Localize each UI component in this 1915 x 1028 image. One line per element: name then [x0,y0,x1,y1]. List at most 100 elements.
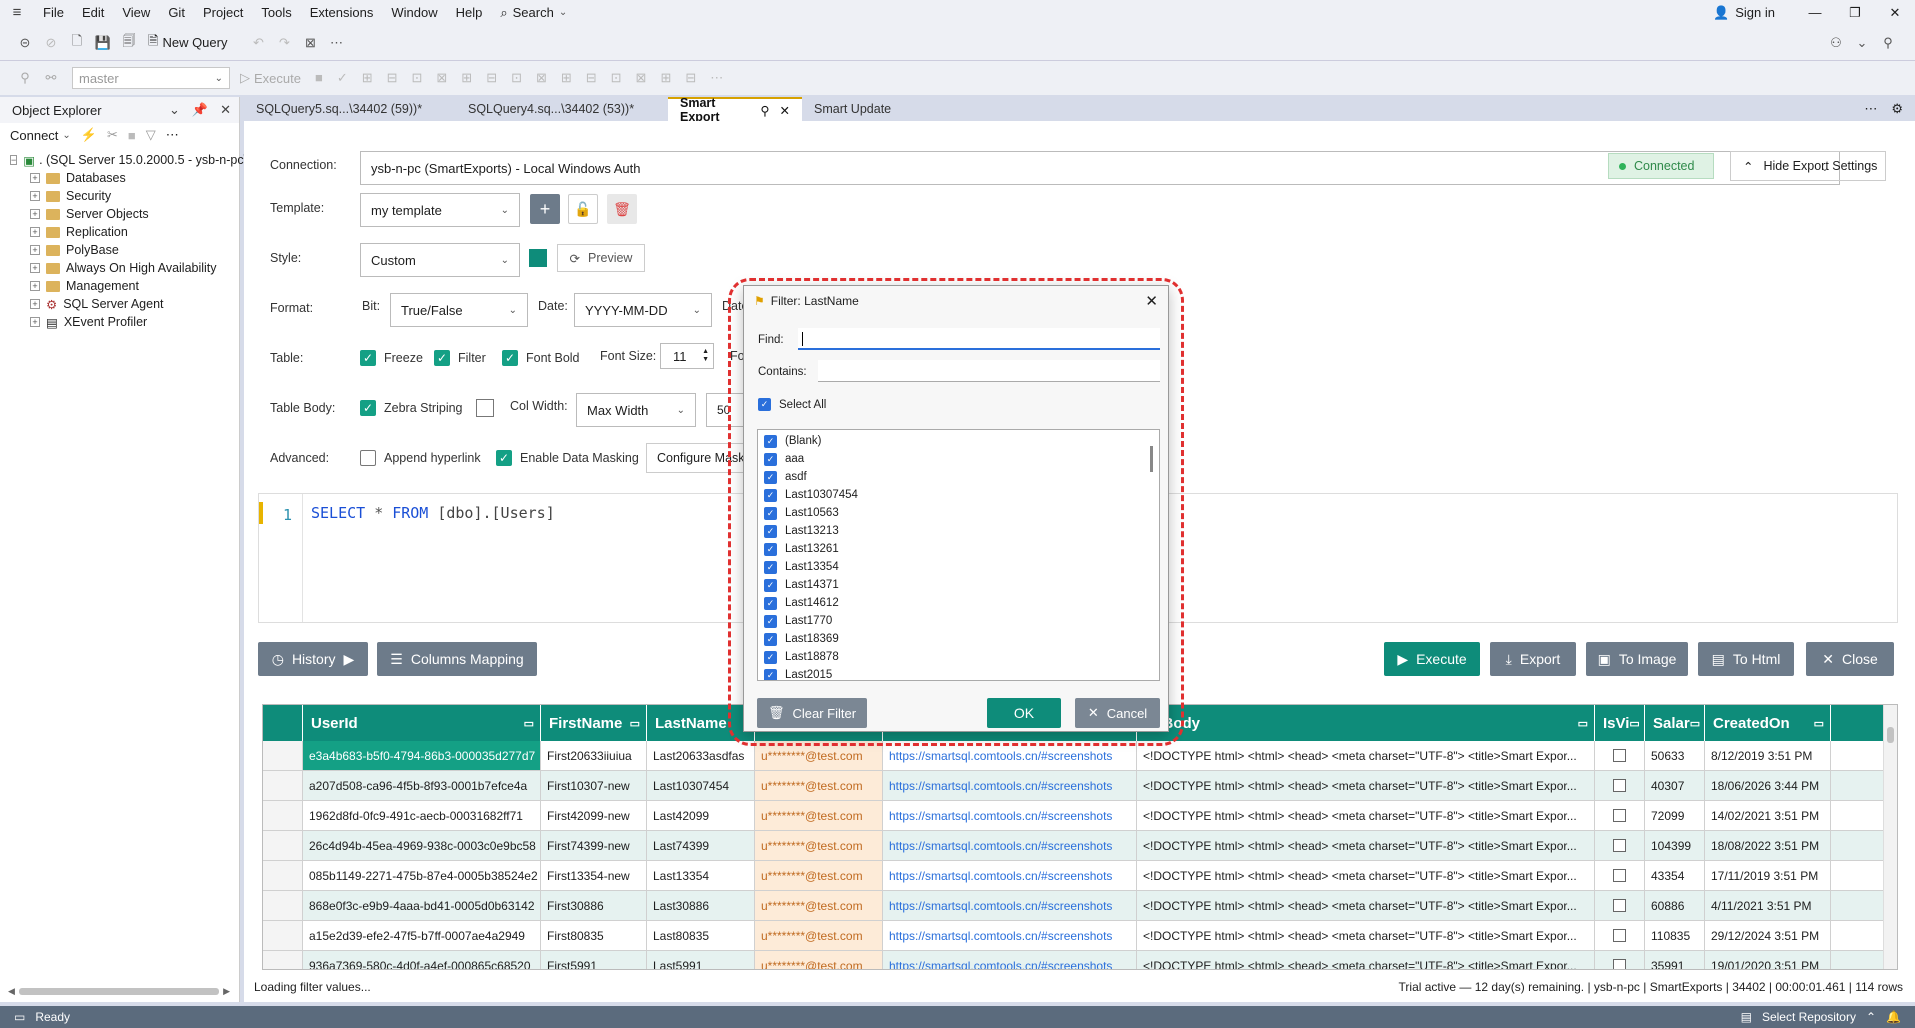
menu-edit[interactable]: Edit [73,0,113,25]
table-cell[interactable]: 085b1149-2271-475b-87e4-0005b38524e2 [303,861,541,890]
table-cell[interactable]: First42099-new [541,801,647,830]
ok-button[interactable]: OK [987,698,1061,728]
settings-icon[interactable]: ⚙ [1891,101,1903,117]
table-cell[interactable]: <!DOCTYPE html> <html> <head> <meta char… [1137,831,1595,860]
zebra-color-swatch[interactable] [476,399,494,417]
find-input[interactable] [798,328,1160,350]
pin-icon[interactable]: ⚲ [760,103,769,118]
table-cell[interactable]: 18/06/2026 3:44 PM [1705,771,1831,800]
column-header[interactable]: LastName [647,705,755,741]
table-cell[interactable]: First74399-new [541,831,647,860]
table-cell[interactable]: <!DOCTYPE html> <html> <head> <meta char… [1137,891,1595,920]
bit-format-select[interactable]: True/False ⌄ [390,293,528,327]
select-repository[interactable]: Select Repository [1762,1010,1856,1024]
scrollbar-thumb[interactable] [1887,727,1894,743]
to-image-button[interactable]: ▣ To Image [1586,642,1688,676]
menu-help[interactable]: Help [447,0,492,25]
checkbox-box[interactable] [1613,959,1626,969]
menu-git[interactable]: Git [159,0,194,25]
table-cell[interactable]: Last10307454 [647,771,755,800]
disconnect-icon[interactable]: ✂ [107,127,118,143]
table-cell[interactable]: https://smartsql.comtools.cn/#screenshot… [883,741,1137,770]
table-cell[interactable]: u********@test.com [755,861,883,890]
table-row[interactable]: e3a4b683-b5f0-4794-86b3-000035d277d7 Firs… [263,741,1897,771]
expand-icon[interactable]: + [30,227,40,237]
filter-icon[interactable]: ▭ [524,717,534,730]
isvip-checkbox[interactable] [1595,741,1645,770]
compare-icon[interactable]: ⊠ [299,32,321,54]
table-cell[interactable]: https://smartsql.comtools.cn/#screenshot… [883,831,1137,860]
stop-icon[interactable]: ■ [128,128,136,143]
style-color-swatch[interactable] [529,249,547,267]
minimize-icon[interactable]: — [1795,5,1835,20]
table-cell[interactable]: Last30886 [647,891,755,920]
plug-icon[interactable]: ⚡ [81,127,97,143]
filter-value-item[interactable]: ✓ Last1770 [758,612,1159,630]
table-cell[interactable]: 110835 [1645,921,1705,950]
table-cell[interactable]: 4/11/2021 3:51 PM [1705,891,1831,920]
filter-value-item[interactable]: ✓ asdf [758,468,1159,486]
style-select[interactable]: Custom ⌄ [360,243,520,277]
new-file-icon[interactable]: 🗋 [66,32,88,54]
checkbox-box[interactable] [1613,779,1626,792]
font-size-stepper[interactable]: 11 ▲ ▼ [660,343,714,369]
table-row[interactable]: 085b1149-2271-475b-87e4-0005b38524e2 Firs… [263,861,1897,891]
table-cell[interactable]: 18/08/2022 3:51 PM [1705,831,1831,860]
tree-item-polybase[interactable]: + PolyBase [30,241,239,259]
isvip-checkbox[interactable] [1595,951,1645,969]
table-cell[interactable]: u********@test.com [755,921,883,950]
column-header[interactable]: mlBody ▭ [1137,705,1595,741]
tab-overflow-icon[interactable]: ⋯ [1864,101,1877,117]
close-window-icon[interactable]: ✕ [1875,5,1915,21]
table-cell[interactable]: https://smartsql.comtools.cn/#screenshot… [883,861,1137,890]
expand-icon[interactable]: + [30,173,40,183]
tree-item-management[interactable]: + Management [30,277,239,295]
tree-item-security[interactable]: + Security [30,187,239,205]
table-cell[interactable]: Last80835 [647,921,755,950]
table-cell[interactable]: a15e2d39-efe2-47f5-b7ff-0007ae4a2949 [303,921,541,950]
table-row[interactable]: 26c4d94b-45ea-4969-938c-0003c0e9bc58 Firs… [263,831,1897,861]
table-cell[interactable]: u********@test.com [755,891,883,920]
expand-icon[interactable]: + [30,317,40,327]
table-cell[interactable]: 26c4d94b-45ea-4969-938c-0003c0e9bc58 [303,831,541,860]
tab-sqlquery5[interactable]: SQLQuery5.sq...\34402 (59))* [244,97,456,121]
connect-icon[interactable]: ⚲ [14,67,36,89]
table-cell[interactable]: 8/12/2019 3:51 PM [1705,741,1831,770]
table-row[interactable]: a15e2d39-efe2-47f5-b7ff-0007ae4a2949 Firs… [263,921,1897,951]
tree-item-server-objects[interactable]: + Server Objects [30,205,239,223]
pin-icon[interactable]: 📌 [192,102,208,118]
menu-extensions[interactable]: Extensions [301,0,383,25]
sign-in-button[interactable]: 👤 Sign in [1713,5,1795,21]
tree-item-xevent-profiler[interactable]: + ▤ XEvent Profiler [30,313,239,331]
table-cell[interactable]: 35991 [1645,951,1705,969]
stepper-arrows-icon[interactable]: ▲ ▼ [702,348,709,364]
expand-icon[interactable]: + [30,191,40,201]
close-panel-icon[interactable]: ✕ [220,102,231,118]
isvip-checkbox[interactable] [1595,771,1645,800]
enable-masking-checkbox[interactable]: ✓ Enable Data Masking [496,450,639,466]
chevron-up-icon[interactable]: ⌃ [1866,1010,1876,1024]
query-tools-icons[interactable]: ■✓⊞⊟⊡⊠⊞⊟⊡⊠⊞⊟⊡⊠⊞⊟⋯ [315,70,737,86]
table-cell[interactable]: 936a7369-580c-4d0f-a4ef-000865c68520 [303,951,541,969]
configure-mask-button[interactable]: Configure Mask [646,443,756,473]
tab-smart-update[interactable]: Smart Update [802,97,903,121]
expand-icon[interactable]: + [30,281,40,291]
filter-value-item[interactable]: ✓ Last10307454 [758,486,1159,504]
filter-checkbox[interactable]: ✓ Filter [434,350,486,366]
filter-icon[interactable]: ▭ [1629,717,1639,730]
checkbox-box[interactable] [1613,749,1626,762]
app-menu-icon[interactable]: ≡ [0,4,34,21]
date-format-select[interactable]: YYYY-MM-DD ⌄ [574,293,712,327]
expand-icon[interactable]: + [30,299,40,309]
list-scrollbar-thumb[interactable] [1150,446,1153,472]
forward-icon[interactable]: ⊘ [40,32,62,54]
database-select[interactable]: master ⌄ [72,67,230,89]
checkbox-box[interactable] [1613,869,1626,882]
filter-value-item[interactable]: ✓ Last13213 [758,522,1159,540]
expand-icon[interactable]: + [30,209,40,219]
freeze-checkbox[interactable]: ✓ Freeze [360,350,423,366]
delete-template-button[interactable]: 🗑 [607,194,637,224]
zebra-striping-checkbox[interactable]: ✓ Zebra Striping [360,400,463,416]
search-menu[interactable]: ⌕ Search ⌄ [491,0,576,25]
settings-dropdown-icon[interactable]: ⌄ [1851,32,1873,54]
